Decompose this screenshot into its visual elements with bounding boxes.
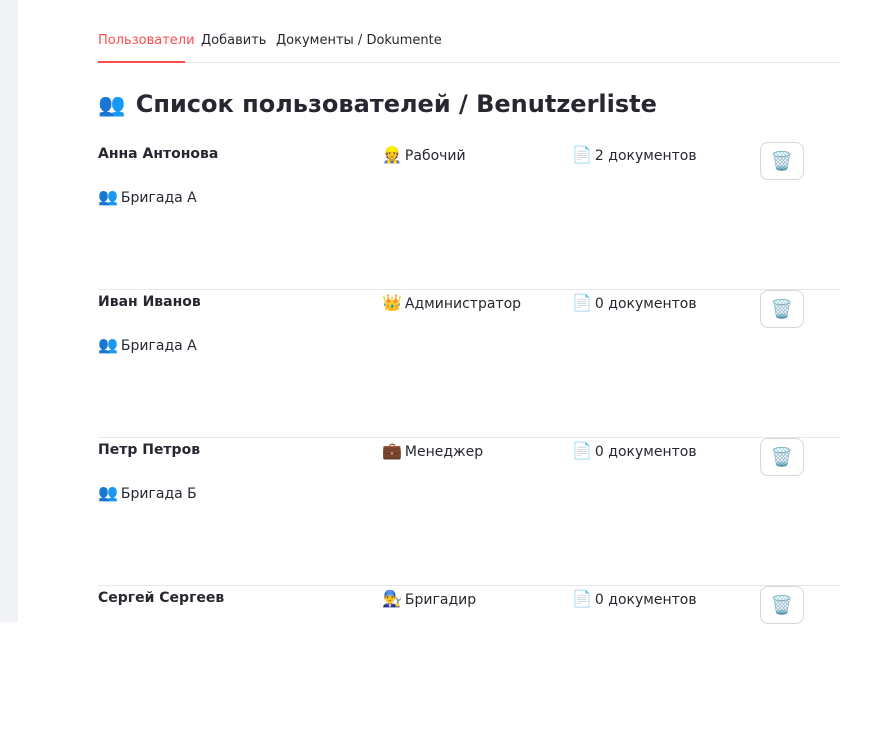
- crown-icon: 👑: [382, 293, 402, 312]
- user-row: Анна Антонова 👷 Рабочий 📄 2 документов 👥 Бр…: [98, 142, 841, 290]
- tab-add[interactable]: Добавить: [201, 33, 266, 48]
- document-icon: 📄: [572, 145, 592, 164]
- delete-user-button[interactable]: 🗑️: [760, 142, 804, 180]
- document-icon: 📄: [572, 441, 592, 460]
- user-team-label: Бригада Б: [120, 486, 197, 502]
- mechanic-icon: 👨‍🔧: [382, 589, 402, 608]
- tab-bar: Пользователи Добавить Документы / Dokume…: [98, 0, 841, 63]
- user-role-label: Администратор: [404, 296, 522, 312]
- tab-documents[interactable]: Документы / Dokumente: [276, 33, 442, 48]
- worker-icon: 👷: [382, 145, 402, 164]
- user-role: 👷 Рабочий: [382, 145, 466, 164]
- user-role: 👑 Администратор: [382, 293, 521, 312]
- user-team-label: Бригада А: [120, 190, 197, 206]
- user-docs-count: 0 документов: [594, 592, 697, 608]
- user-docs-count: 2 документов: [594, 148, 697, 164]
- user-name: Иван Иванов: [98, 294, 201, 310]
- user-docs-count: 0 документов: [594, 444, 697, 460]
- user-team: 👥 Бригада А: [98, 335, 197, 354]
- active-tab-indicator: [98, 61, 185, 63]
- delete-user-button[interactable]: 🗑️: [760, 438, 804, 476]
- user-docs: 📄 0 документов: [572, 589, 697, 608]
- user-role: 💼 Менеджер: [382, 441, 483, 460]
- user-row: Сергей Сергеев 👨‍🔧 Бригадир 📄 0 документов…: [98, 586, 841, 734]
- user-team-label: Бригада А: [120, 338, 197, 354]
- team-icon: 👥: [98, 187, 118, 206]
- user-name: Сергей Сергеев: [98, 590, 225, 606]
- document-icon: 📄: [572, 589, 592, 608]
- tab-users[interactable]: Пользователи: [98, 33, 195, 48]
- trash-icon: 🗑️: [770, 150, 794, 171]
- user-team: 👥 Бригада Б: [98, 483, 197, 502]
- users-icon: 👥: [98, 93, 126, 118]
- user-row: Петр Петров 💼 Менеджер 📄 0 документов 👥 Бри…: [98, 438, 841, 586]
- left-strip: [0, 0, 18, 622]
- trash-icon: 🗑️: [770, 446, 794, 467]
- user-name: Петр Петров: [98, 442, 201, 458]
- team-icon: 👥: [98, 335, 118, 354]
- trash-icon: 🗑️: [770, 594, 794, 615]
- user-name: Анна Антонова: [98, 146, 219, 162]
- delete-user-button[interactable]: 🗑️: [760, 290, 804, 328]
- team-icon: 👥: [98, 483, 118, 502]
- user-docs-count: 0 документов: [594, 296, 697, 312]
- trash-icon: 🗑️: [770, 298, 794, 319]
- user-docs: 📄 2 документов: [572, 145, 697, 164]
- main-content: Пользователи Добавить Документы / Dokume…: [98, 0, 841, 624]
- document-icon: 📄: [572, 293, 592, 312]
- user-role-label: Рабочий: [404, 148, 466, 164]
- user-role-label: Менеджер: [404, 444, 484, 460]
- user-docs: 📄 0 документов: [572, 293, 697, 312]
- page-title: 👥 Список пользователей / Benutzerliste: [98, 90, 657, 118]
- user-role: 👨‍🔧 Бригадир: [382, 589, 476, 608]
- user-docs: 📄 0 документов: [572, 441, 697, 460]
- user-row: Иван Иванов 👑 Администратор 📄 0 документов…: [98, 290, 841, 438]
- user-team: 👥 Бригада А: [98, 187, 197, 206]
- delete-user-button[interactable]: 🗑️: [760, 586, 804, 624]
- briefcase-icon: 💼: [382, 441, 402, 460]
- page-title-text: Список пользователей / Benutzerliste: [135, 90, 657, 118]
- user-role-label: Бригадир: [404, 592, 477, 608]
